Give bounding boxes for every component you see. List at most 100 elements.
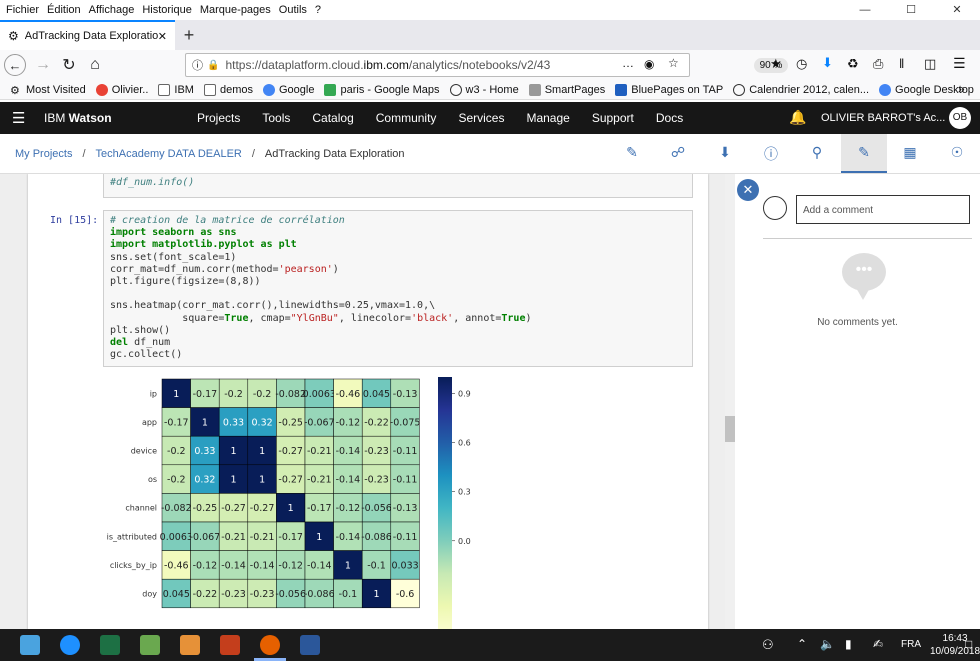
avatar[interactable]: OB — [949, 107, 971, 129]
reload-icon[interactable]: ↻ — [56, 52, 82, 78]
nav-community[interactable]: Community — [376, 111, 437, 125]
share-icon[interactable]: ☍ — [668, 144, 688, 164]
forward-icon[interactable]: → — [30, 52, 56, 78]
bookmark-star-icon[interactable]: ☆ — [668, 56, 679, 70]
language-indicator[interactable]: FRA — [901, 639, 921, 650]
bell-icon[interactable]: 🔔 — [789, 109, 806, 126]
heatmap-cell-label: -0.086 — [361, 532, 392, 543]
bookmark-item[interactable]: BluePages on TAP — [615, 83, 723, 96]
no-comments-text: No comments yet. — [817, 317, 898, 328]
menu-fichier[interactable]: Fichier — [6, 4, 39, 16]
bookmark-item[interactable]: SmartPages — [528, 83, 605, 96]
heatmap-cell-label: 0.045 — [363, 389, 390, 400]
extensions-icon[interactable]: ♻ — [847, 56, 859, 72]
maximize-icon[interactable]: ☐ — [888, 0, 934, 20]
library-icon[interactable]: ‖ — [899, 56, 904, 71]
pen-icon[interactable]: ✍ — [873, 637, 883, 651]
previous-code-cell[interactable]: #df_num.info() — [103, 174, 693, 198]
account-name[interactable]: OLIVIER BARROT's Ac... — [821, 102, 945, 134]
url-bar[interactable]: ⓘ 🔒 https://dataplatform.cloud. ibm.com/a… — [185, 53, 788, 77]
bookmarks-star-icon[interactable]: ★ — [770, 56, 782, 72]
speech-bubble-tail — [855, 286, 871, 300]
heatmap-cell-label: -0.056 — [275, 589, 306, 600]
download-icon[interactable]: ⬇ — [715, 144, 735, 164]
chevron-up-icon[interactable]: ⌃ — [797, 637, 807, 651]
menu-historique[interactable]: Historique — [142, 4, 192, 16]
heatmap-cell-label: -0.14 — [336, 446, 361, 457]
brand-logo[interactable]: IBM Watson — [44, 111, 112, 125]
menu-outils[interactable]: Outils — [279, 4, 307, 16]
download-icon[interactable]: ⬇ — [822, 55, 833, 71]
excel-icon[interactable] — [100, 635, 120, 655]
nav-projects[interactable]: Projects — [197, 111, 240, 125]
bookmark-item[interactable]: ⚙ Most Visited — [10, 84, 86, 97]
bookmark-item[interactable]: w3 - Home — [449, 83, 519, 96]
comments-icon[interactable]: ✎ — [854, 144, 874, 164]
close-window-icon[interactable]: ✕ — [934, 0, 980, 20]
butterfly-app-icon[interactable] — [180, 635, 200, 655]
new-tab-icon[interactable]: + — [175, 20, 203, 50]
more-bookmarks-icon[interactable]: » — [958, 82, 965, 96]
back-icon[interactable]: ← — [4, 54, 26, 76]
bookmark-item[interactable]: paris - Google Maps — [324, 83, 440, 96]
info-icon[interactable]: ⓘ — [761, 144, 781, 164]
hamburger-menu-icon[interactable]: ☰ — [12, 109, 25, 127]
code-cell[interactable]: # creation de la matrice de corrélation … — [103, 210, 693, 367]
nav-services[interactable]: Services — [458, 111, 504, 125]
sidebar-icon[interactable]: ◫ — [924, 56, 936, 72]
google-icon — [879, 83, 892, 96]
schedule-icon[interactable]: ▦ — [900, 144, 920, 164]
powerpoint-icon[interactable] — [220, 635, 240, 655]
breadcrumb-project[interactable]: TechAcademy DATA DEALER — [96, 148, 242, 160]
bookmark-item[interactable]: Olivier.. — [95, 83, 148, 96]
comment-input[interactable]: Add a comment — [796, 195, 970, 224]
browser-tab[interactable]: ⚙ AdTracking Data Exploration - I ✕ — [0, 20, 175, 50]
nav-support[interactable]: Support — [592, 111, 634, 125]
start-icon[interactable] — [20, 635, 40, 655]
firefox-icon[interactable] — [260, 635, 280, 655]
info-icon[interactable]: ⓘ — [192, 57, 203, 73]
minimize-icon[interactable]: — — [842, 0, 888, 20]
hamburger-menu-icon[interactable]: ☰ — [953, 55, 966, 72]
colorbar-tick-label: 0.9 — [458, 389, 471, 398]
app-icon[interactable] — [140, 635, 160, 655]
battery-icon[interactable]: ▮ — [845, 637, 852, 651]
find-icon[interactable]: ☉ — [947, 144, 967, 164]
people-icon[interactable]: ⚇ — [762, 637, 774, 653]
bookmark-item[interactable]: Calendrier 2012, calen... — [733, 83, 869, 96]
heatmap-cell-label: -0.46 — [336, 389, 361, 400]
nav-tools[interactable]: Tools — [262, 111, 290, 125]
heatmap-cell-label: 1 — [230, 446, 236, 457]
word-icon[interactable] — [300, 635, 320, 655]
versions-icon[interactable]: ⚲ — [807, 144, 827, 164]
menu-help[interactable]: ? — [315, 4, 321, 16]
menu-edition[interactable]: Édition — [47, 4, 81, 16]
home-icon[interactable]: ⌂ — [82, 52, 108, 78]
bookmark-item[interactable]: Google — [263, 83, 314, 96]
pocket-icon[interactable]: ◉ — [644, 57, 654, 71]
print-icon[interactable]: ⎙ — [873, 56, 883, 72]
bookmark-item[interactable]: IBM — [158, 83, 194, 96]
clock[interactable]: 16:43 10/09/2018 — [930, 632, 980, 658]
close-tab-icon[interactable]: ✕ — [158, 30, 167, 43]
scrollbar-thumb[interactable] — [725, 416, 735, 442]
bookmark-item[interactable]: demos — [203, 83, 253, 96]
edit-pencil-icon[interactable]: ✎ — [622, 144, 642, 164]
history-icon[interactable]: ◷ — [796, 56, 807, 72]
globe-app-icon[interactable] — [60, 635, 80, 655]
scrollbar-track[interactable] — [725, 174, 735, 629]
menu-affichage[interactable]: Affichage — [89, 4, 135, 16]
volume-icon[interactable]: 🔈 — [820, 637, 835, 651]
close-panel-icon[interactable]: ✕ — [737, 179, 759, 201]
window-controls: — ☐ ✕ — [842, 0, 980, 20]
page-actions-icon[interactable]: … — [622, 56, 634, 70]
nav-docs[interactable]: Docs — [656, 111, 683, 125]
breadcrumb-my-projects[interactable]: My Projects — [15, 148, 72, 160]
nav-manage[interactable]: Manage — [526, 111, 569, 125]
colorbar-tick-label: 0.6 — [458, 439, 471, 448]
nav-catalog[interactable]: Catalog — [312, 111, 353, 125]
menu-marque-pages[interactable]: Marque-pages — [200, 4, 271, 16]
heatmap-row-label: os — [148, 475, 157, 484]
heatmap-cell-label: -0.2 — [224, 389, 243, 400]
notifications-icon[interactable]: □ — [965, 637, 972, 651]
